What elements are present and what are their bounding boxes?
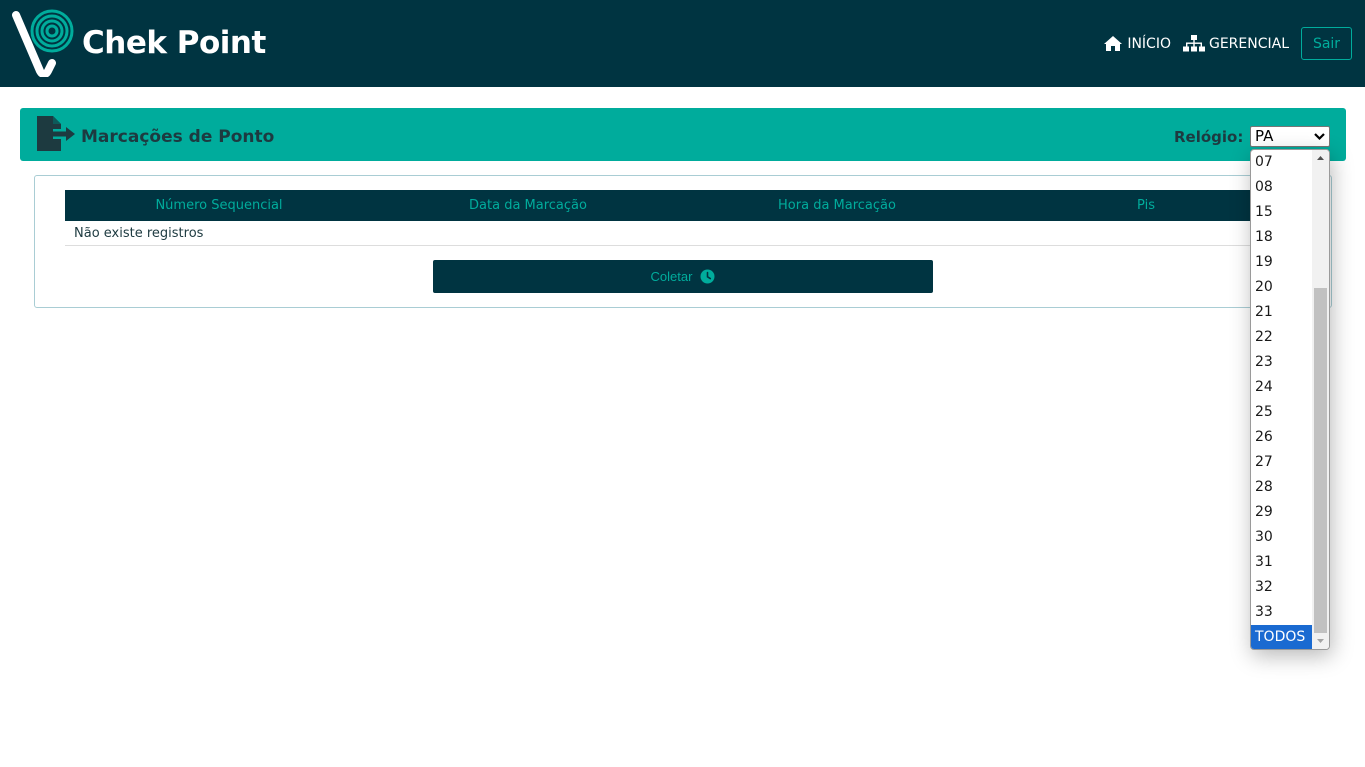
dropdown-option[interactable]: 21	[1251, 300, 1313, 325]
nav-menu: INÍCIO GERENCIAL Sair	[1103, 27, 1352, 60]
page-title: Marcações de Ponto	[81, 127, 275, 147]
home-icon	[1104, 36, 1123, 51]
relogio-label: Relógio:	[1174, 128, 1244, 146]
column-header-sequencial[interactable]: Número Sequencial	[155, 198, 282, 213]
dropdown-option[interactable]: 08	[1251, 175, 1313, 200]
brand-name: Chek Point	[82, 25, 266, 61]
dropdown-option[interactable]: 07	[1251, 150, 1313, 175]
dropdown-option[interactable]: 29	[1251, 500, 1313, 525]
dropdown-option[interactable]: 22	[1251, 325, 1313, 350]
nav-link-label: GERENCIAL	[1208, 35, 1289, 52]
dropdown-option[interactable]: 19	[1251, 250, 1313, 275]
empty-table-message: Não existe registros	[74, 226, 204, 241]
records-container: Número Sequencial Data da Marcação Hora …	[34, 175, 1332, 308]
dropdown-option[interactable]: 27	[1251, 450, 1313, 475]
logout-button[interactable]: Sair	[1301, 27, 1352, 60]
dropdown-option[interactable]: 24	[1251, 375, 1313, 400]
chevron-down-icon	[1314, 133, 1325, 141]
dropdown-option[interactable]: 18	[1251, 225, 1313, 250]
dropdown-option[interactable]: 15	[1251, 200, 1313, 225]
file-export-icon	[37, 116, 75, 151]
collect-button-label: Coletar	[650, 269, 693, 284]
dropdown-option[interactable]: 20	[1251, 275, 1313, 300]
scrollbar-thumb[interactable]	[1314, 288, 1327, 633]
fingerprint-logo-icon	[12, 9, 74, 77]
page-header-panel: Marcações de Ponto Relógio: PA	[20, 108, 1346, 161]
relogio-selected-value: PA	[1255, 127, 1274, 145]
sitemap-icon	[1182, 35, 1205, 52]
scroll-down-arrow-icon[interactable]	[1312, 632, 1329, 649]
dropdown-option[interactable]: 30	[1251, 525, 1313, 550]
dropdown-option[interactable]: TODOS	[1251, 625, 1313, 649]
relogio-select[interactable]: PA	[1250, 126, 1330, 147]
table-header: Número Sequencial Data da Marcação Hora …	[65, 190, 1299, 221]
dropdown-option[interactable]: 31	[1251, 550, 1313, 575]
top-navbar: Chek Point INÍCIO GERENCIAL Sair	[0, 0, 1365, 87]
nav-link-inicio[interactable]: INÍCIO	[1103, 35, 1171, 52]
brand-logo[interactable]: Chek Point	[12, 8, 266, 78]
collect-button[interactable]: Coletar	[433, 260, 933, 293]
dropdown-option[interactable]: 32	[1251, 575, 1313, 600]
column-header-pis[interactable]: Pis	[1137, 198, 1155, 213]
table-row: Não existe registros	[65, 221, 1299, 246]
nav-link-label: INÍCIO	[1127, 35, 1171, 52]
dropdown-scrollbar[interactable]	[1312, 150, 1329, 649]
dropdown-option[interactable]: 28	[1251, 475, 1313, 500]
scroll-up-arrow-icon[interactable]	[1312, 150, 1329, 167]
column-header-data[interactable]: Data da Marcação	[469, 198, 587, 213]
clock-icon	[700, 269, 715, 284]
nav-link-gerencial[interactable]: GERENCIAL	[1182, 35, 1289, 52]
dropdown-option[interactable]: 26	[1251, 425, 1313, 450]
relogio-dropdown-list[interactable]: 07 08 15 18 19 20 21 22 23 24 25 26 27 28 29 30 31 32 33 TO…	[1250, 149, 1330, 650]
dropdown-option[interactable]: 23	[1251, 350, 1313, 375]
dropdown-option[interactable]: 33	[1251, 600, 1313, 625]
dropdown-option[interactable]: 25	[1251, 400, 1313, 425]
column-header-hora[interactable]: Hora da Marcação	[778, 198, 896, 213]
